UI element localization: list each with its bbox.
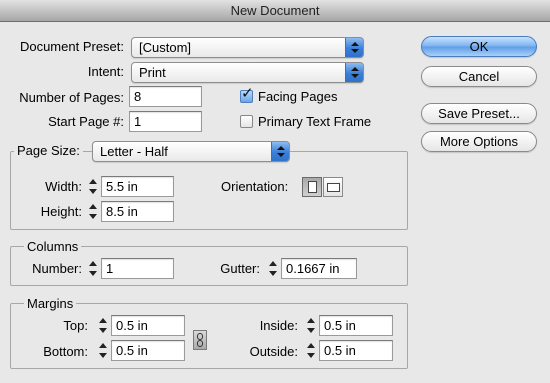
number-of-pages-field[interactable]: 8 — [129, 86, 202, 107]
height-stepper[interactable] — [87, 201, 100, 222]
gutter-stepper[interactable] — [267, 258, 280, 279]
width-label: Width: — [45, 179, 82, 194]
height-label: Height: — [40, 204, 82, 219]
margins-title: Margins — [24, 296, 77, 312]
margin-bottom-field[interactable]: 0.5 in — [111, 340, 185, 361]
margin-bottom-stepper[interactable] — [97, 340, 110, 361]
margin-top-label: Top: — [63, 318, 88, 333]
height-field[interactable]: 8.5 in — [101, 201, 174, 222]
primary-text-frame-checkbox[interactable] — [240, 115, 253, 128]
chain-link-icon[interactable] — [193, 330, 207, 350]
portrait-orientation-button[interactable] — [302, 177, 322, 197]
page-size-label: Page Size: — [14, 143, 83, 159]
margin-outside-stepper[interactable] — [305, 340, 318, 361]
ok-button[interactable]: OK — [421, 36, 537, 57]
margin-bottom-label: Bottom: — [43, 344, 88, 359]
orientation-label: Orientation: — [221, 179, 289, 194]
columns-number-stepper[interactable] — [87, 258, 100, 279]
number-of-pages-label: Number of Pages: — [19, 90, 124, 105]
page-size-select[interactable]: Letter - Half — [92, 141, 290, 162]
popup-arrows-icon — [271, 142, 289, 161]
start-page-label: Start Page #: — [48, 114, 124, 129]
intent-select[interactable]: Print — [131, 62, 364, 83]
popup-arrows-icon — [345, 38, 363, 57]
margin-inside-field[interactable]: 0.5 in — [319, 315, 393, 336]
checkmark-icon: ✓ — [241, 85, 254, 102]
facing-pages-label: Facing Pages — [258, 89, 338, 104]
primary-text-frame-label: Primary Text Frame — [258, 114, 372, 129]
columns-number-label: Number: — [32, 261, 82, 276]
width-stepper[interactable] — [87, 176, 100, 197]
columns-title: Columns — [24, 239, 82, 255]
landscape-orientation-button[interactable] — [323, 177, 343, 197]
facing-pages-checkbox[interactable]: ✓ — [240, 86, 254, 103]
start-page-field[interactable]: 1 — [129, 111, 202, 132]
document-preset-value: [Custom] — [139, 40, 192, 55]
gutter-field[interactable]: 0.1667 in — [281, 258, 357, 279]
width-field[interactable]: 5.5 in — [101, 176, 174, 197]
more-options-button[interactable]: More Options — [421, 131, 537, 152]
margin-outside-label: Outside: — [249, 344, 298, 359]
document-preset-label: Document Preset: — [19, 39, 124, 54]
margin-top-field[interactable]: 0.5 in — [111, 315, 185, 336]
margin-top-stepper[interactable] — [97, 315, 110, 336]
popup-arrows-icon — [345, 63, 363, 82]
margin-inside-stepper[interactable] — [305, 315, 318, 336]
cancel-button[interactable]: Cancel — [421, 66, 537, 87]
margin-inside-label: Inside: — [259, 318, 298, 333]
columns-number-field[interactable]: 1 — [101, 258, 174, 279]
intent-label: Intent: — [87, 64, 124, 79]
document-preset-select[interactable]: [Custom] — [131, 37, 364, 58]
page-size-value: Letter - Half — [100, 144, 168, 159]
window-title: New Document — [0, 0, 550, 22]
save-preset-button[interactable]: Save Preset... — [421, 103, 537, 124]
margin-outside-field[interactable]: 0.5 in — [319, 340, 393, 361]
intent-value: Print — [139, 65, 166, 80]
gutter-label: Gutter: — [220, 261, 260, 276]
